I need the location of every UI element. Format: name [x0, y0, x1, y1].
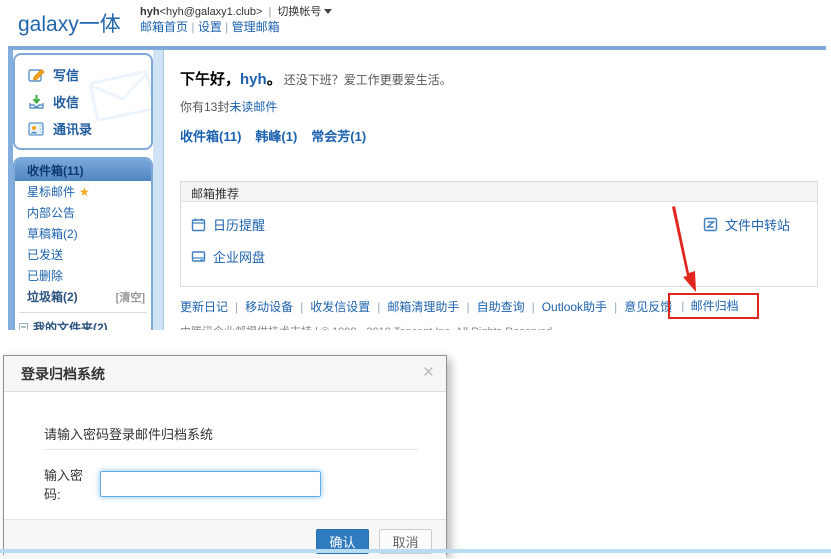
- nav-link-mail-home[interactable]: 邮箱首页: [140, 20, 188, 34]
- account-info: hyh<hyh@galaxy1.club> | 切换帐号: [140, 3, 332, 19]
- file-transfer-link[interactable]: 文件中转站: [703, 215, 790, 234]
- sidebar-item-sent[interactable]: 已发送: [15, 244, 151, 265]
- sidebar-item-drafts[interactable]: 草稿箱(2): [15, 223, 151, 244]
- folder-label: 内部公告: [27, 204, 75, 221]
- contacts-icon: [28, 121, 45, 137]
- nav-link-settings[interactable]: 设置: [188, 20, 222, 34]
- password-label: 输入密码:: [44, 465, 98, 503]
- folder-label: 我的文件夹(2): [33, 319, 108, 330]
- switch-account-button[interactable]: 切换帐号: [277, 6, 321, 18]
- greeting-period: 。: [267, 71, 282, 88]
- footer-link-self-service[interactable]: 自助查询: [459, 298, 524, 315]
- calendar-icon: [191, 217, 206, 232]
- copyright-text: 由腾讯企业邮提供技术支持 | © 1998 - 2019 Tencent Inc…: [180, 323, 818, 330]
- contacts-button[interactable]: 通讯录: [15, 115, 151, 142]
- sidebar-item-my-folders[interactable]: −我的文件夹(2): [15, 317, 151, 330]
- enterprise-drive-label: 企业网盘: [213, 247, 265, 266]
- unread-prefix: 你有13封: [180, 100, 229, 114]
- file-transfer-label: 文件中转站: [725, 215, 790, 234]
- folder-label: 已删除: [27, 267, 63, 284]
- folder-label: 收件箱(11): [27, 162, 84, 179]
- footer-link-mail-archive[interactable]: 邮件归档: [668, 293, 758, 319]
- bottom-edge-strip: [0, 549, 831, 553]
- dialog-title-bar: 登录归档系统 ×: [4, 356, 446, 392]
- nav-link-manage-mailbox[interactable]: 管理邮箱: [222, 20, 280, 34]
- mail-archive-label: 邮件归档: [691, 299, 739, 313]
- archive-login-dialog: 登录归档系统 × 请输入密码登录邮件归档系统 输入密码: 确认 取消: [3, 355, 447, 555]
- page-shell: 写信 收信 通讯录: [8, 46, 826, 330]
- folder-label: 垃圾箱(2): [27, 288, 78, 305]
- brand-logo: galaxy一体: [18, 8, 121, 38]
- footer-link-mailbox-cleanup[interactable]: 邮箱清理助手: [370, 298, 459, 315]
- inbox-download-icon: [28, 94, 45, 110]
- receive-mail-button[interactable]: 收信: [15, 88, 151, 115]
- star-icon: ★: [79, 185, 90, 199]
- empty-spam-button[interactable]: [清空]: [116, 289, 145, 305]
- sidebar-item-spam[interactable]: 垃圾箱(2) [清空]: [15, 286, 151, 307]
- footer-links: 更新日记 移动设备 收发信设置 邮箱清理助手 自助查询 Outlook助手 意见…: [180, 293, 818, 319]
- compose-icon: [28, 67, 45, 83]
- quick-link-inbox[interactable]: 收件箱(11): [180, 129, 241, 144]
- folder-label: 星标邮件: [27, 183, 75, 200]
- separator: |: [268, 6, 271, 18]
- sidebar-item-starred[interactable]: 星标邮件 ★: [15, 181, 151, 202]
- compose-label: 写信: [53, 65, 79, 84]
- collapse-icon[interactable]: −: [19, 323, 28, 330]
- sidebar-item-inbox[interactable]: 收件箱(11): [15, 159, 151, 181]
- calendar-reminder-label: 日历提醒: [213, 215, 265, 234]
- unread-mail-link[interactable]: 未读邮件: [229, 100, 277, 114]
- footer-link-mobile-device[interactable]: 移动设备: [228, 298, 293, 315]
- folder-label: 草稿箱(2): [27, 225, 78, 242]
- dialog-footer: 确认 取消: [4, 519, 446, 559]
- top-header: galaxy一体 hyh<hyh@galaxy1.club> | 切换帐号 邮箱首页…: [0, 0, 831, 44]
- greeting-text: 下午好，: [180, 71, 240, 88]
- receive-mail-label: 收信: [53, 92, 79, 111]
- dialog-message: 请输入密码登录邮件归档系统: [44, 424, 422, 441]
- sidebar-actions-box: 写信 收信 通讯录: [13, 53, 153, 150]
- recommendation-panel-title: 邮箱推荐: [181, 182, 817, 202]
- enterprise-drive-link[interactable]: 企业网盘: [191, 247, 817, 266]
- account-email: <hyh@galaxy1.club>: [160, 6, 263, 18]
- recommendation-panel: 邮箱推荐 日历提醒 企业网盘: [180, 181, 818, 287]
- greeting-tip: 还没下班？爱工作更要爱生活。: [284, 73, 452, 87]
- contacts-label: 通讯录: [53, 119, 92, 138]
- main-content: 下午好，hyh。还没下班？爱工作更要爱生活。 你有13封未读邮件 收件箱(11)…: [164, 50, 826, 330]
- sidebar-item-deleted[interactable]: 已删除: [15, 265, 151, 286]
- unread-summary: 你有13封未读邮件: [180, 98, 818, 115]
- folder-label: 已发送: [27, 246, 63, 263]
- password-input[interactable]: [100, 471, 321, 497]
- greeting: 下午好，hyh。还没下班？爱工作更要爱生活。: [180, 68, 818, 89]
- quick-link-hanfeng[interactable]: 韩峰(1): [255, 129, 297, 144]
- caret-down-icon: [324, 9, 332, 14]
- quick-folder-links: 收件箱(11) 韩峰(1) 常会芳(1): [180, 126, 818, 145]
- drive-icon: [191, 249, 206, 264]
- quick-link-changhuifang[interactable]: 常会芳(1): [311, 129, 366, 144]
- sidebar-item-announcements[interactable]: 内部公告: [15, 202, 151, 223]
- password-form-row: 输入密码:: [44, 465, 422, 503]
- dialog-title: 登录归档系统: [21, 364, 105, 384]
- sidebar-main-divider: [153, 50, 164, 330]
- close-icon[interactable]: ×: [423, 362, 434, 384]
- header-nav: 邮箱首页设置管理邮箱: [140, 18, 280, 35]
- footer-link-feedback[interactable]: 意见反馈: [607, 298, 672, 315]
- sidebar: 写信 收信 通讯录: [13, 50, 153, 330]
- greeting-username: hyh: [240, 71, 267, 88]
- footer-link-update-diary[interactable]: 更新日记: [180, 298, 228, 315]
- file-transfer-icon: [703, 217, 718, 232]
- compose-button[interactable]: 写信: [15, 61, 151, 88]
- footer-link-send-receive-settings[interactable]: 收发信设置: [293, 298, 370, 315]
- dialog-divider: [44, 449, 418, 450]
- divider: [19, 312, 147, 313]
- account-name: hyh: [140, 6, 160, 18]
- sidebar-folders-box: 收件箱(11) 星标邮件 ★ 内部公告 草稿箱(2) 已发送 已删除 垃圾箱(2)…: [13, 157, 153, 330]
- footer-link-outlook-assistant[interactable]: Outlook助手: [525, 298, 607, 315]
